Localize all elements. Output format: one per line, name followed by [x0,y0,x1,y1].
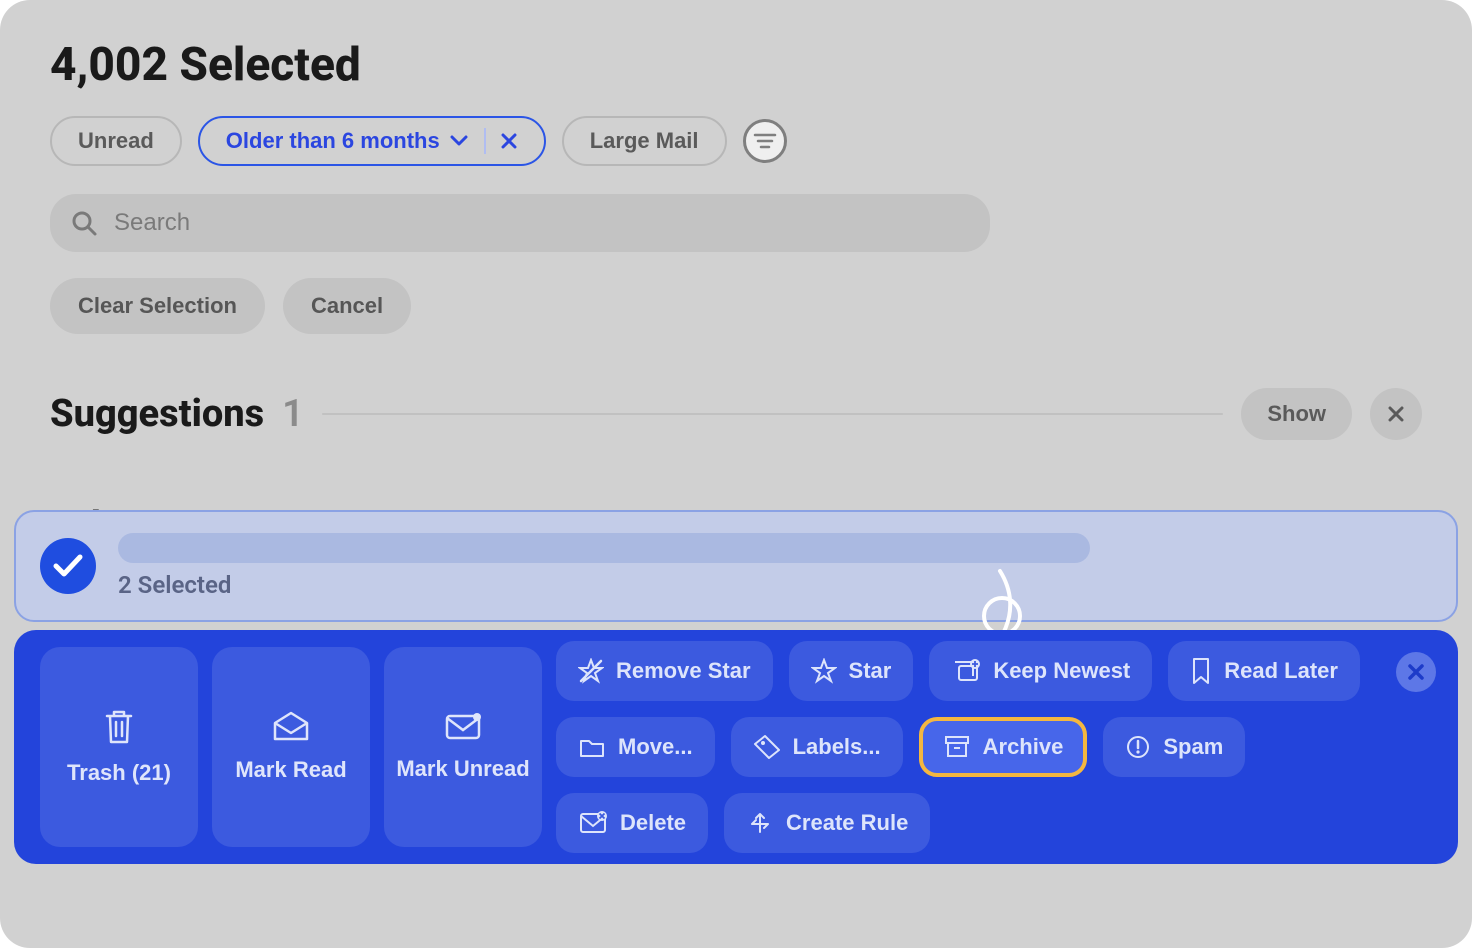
read-later-button[interactable]: Read Later [1168,641,1360,701]
star-slash-icon [578,658,604,684]
archive-button[interactable]: Archive [919,717,1088,777]
mark-read-button[interactable]: Mark Read [212,647,370,847]
close-icon [1407,663,1425,681]
alert-circle-icon [1125,734,1151,760]
envelope-dot-icon [443,712,483,742]
remove-star-label: Remove Star [616,658,751,684]
delete-label: Delete [620,810,686,836]
mark-unread-button[interactable]: Mark Unread [384,647,542,847]
suggestions-count: 1 [282,392,304,436]
close-icon [1386,404,1406,424]
filter-row: Unread Older than 6 months Large Mail [50,116,1422,166]
arrows-icon [746,810,774,836]
envelope-open-icon [271,711,311,743]
skeleton-line [118,533,1090,563]
search-input[interactable] [112,208,970,238]
remove-star-button[interactable]: Remove Star [556,641,773,701]
spam-label: Spam [1163,734,1223,760]
create-rule-label: Create Rule [786,810,908,836]
action-bar: Trash (21) Mark Read Mark Unread [14,630,1458,864]
trash-button-label: Trash (21) [67,760,171,786]
suggestions-close-button[interactable] [1370,388,1422,440]
star-label: Star [849,658,892,684]
bookmark-icon [1190,657,1212,685]
delete-button[interactable]: Delete [556,793,708,853]
keep-newest-button[interactable]: Keep Newest [929,641,1152,701]
page-title: 4,002 Selected [50,38,1422,92]
labels-label: Labels... [793,734,881,760]
chevron-down-icon [450,135,468,147]
archive-icon [943,734,971,760]
filter-divider [484,128,486,154]
mark-read-label: Mark Read [235,757,346,783]
cancel-button[interactable]: Cancel [283,278,411,334]
envelope-x-icon [578,810,608,836]
suggestions-show-button[interactable]: Show [1241,388,1352,440]
filter-older-than-6-months[interactable]: Older than 6 months [198,116,546,166]
divider [322,413,1223,415]
folder-icon [578,735,606,759]
trash-icon [102,708,136,746]
check-circle-icon[interactable] [40,538,96,594]
move-label: Move... [618,734,693,760]
keep-newest-label: Keep Newest [993,658,1130,684]
mark-unread-label: Mark Unread [396,756,529,782]
suggestions-title: Suggestions [50,392,264,436]
filter-large-mail[interactable]: Large Mail [562,116,727,166]
trash-button[interactable]: Trash (21) [40,647,198,847]
filter-older-label: Older than 6 months [226,128,440,154]
suggestions-row: Suggestions 1 Show [50,388,1422,440]
stack-plus-icon [951,658,981,684]
labels-button[interactable]: Labels... [731,717,903,777]
create-rule-button[interactable]: Create Rule [724,793,930,853]
filter-unread[interactable]: Unread [50,116,182,166]
filter-icon [753,132,777,150]
clear-selection-button[interactable]: Clear Selection [50,278,265,334]
search-bar[interactable] [50,194,990,252]
move-button[interactable]: Move... [556,717,715,777]
search-icon [70,209,98,237]
close-icon[interactable] [500,132,518,150]
action-bar-close-button[interactable] [1396,652,1436,692]
selected-card-text: 2 Selected [118,571,1432,599]
archive-label: Archive [983,734,1064,760]
selected-group-card[interactable]: 2 Selected [14,510,1458,622]
star-button[interactable]: Star [789,641,914,701]
read-later-label: Read Later [1224,658,1338,684]
star-icon [811,658,837,684]
filter-options-button[interactable] [743,119,787,163]
tag-icon [753,734,781,760]
spam-button[interactable]: Spam [1103,717,1245,777]
check-icon [52,553,84,579]
